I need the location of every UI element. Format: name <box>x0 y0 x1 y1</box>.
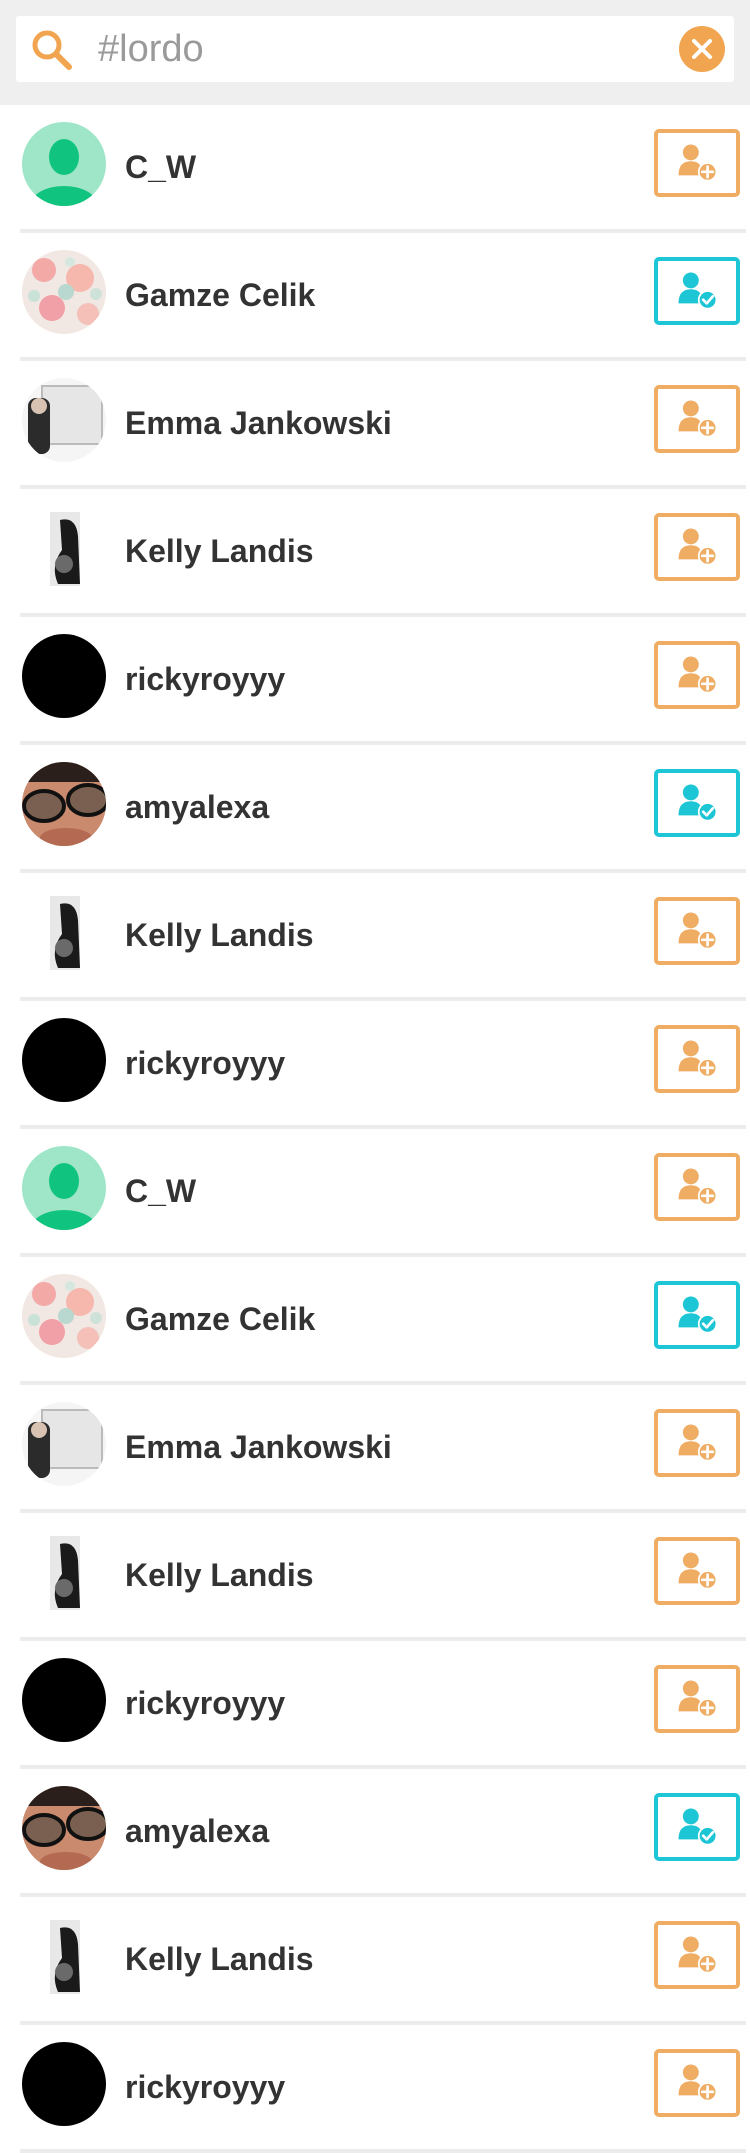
username[interactable]: rickyroyyy <box>125 1641 285 1765</box>
search-input[interactable] <box>98 16 658 82</box>
follow-button[interactable] <box>654 513 740 581</box>
username[interactable]: rickyroyyy <box>125 617 285 741</box>
user-add-icon <box>678 528 718 566</box>
follow-button[interactable] <box>654 385 740 453</box>
user-add-icon <box>678 400 718 438</box>
user-row[interactable]: Gamze Celik <box>20 1257 746 1385</box>
avatar[interactable] <box>22 250 106 334</box>
user-add-icon <box>678 144 718 182</box>
avatar[interactable] <box>22 1274 106 1358</box>
avatar[interactable] <box>22 506 106 590</box>
default-avatar-icon[interactable] <box>22 1146 106 1230</box>
default-avatar-icon[interactable] <box>22 122 106 206</box>
user-check-icon <box>678 1296 718 1334</box>
username[interactable]: C_W <box>125 105 196 229</box>
following-button[interactable] <box>654 1281 740 1349</box>
avatar[interactable] <box>22 762 106 846</box>
username[interactable]: amyalexa <box>125 745 269 869</box>
user-row[interactable]: C_W <box>20 1129 746 1257</box>
search-box[interactable] <box>16 16 734 82</box>
username[interactable]: Emma Jankowski <box>125 361 392 485</box>
user-row[interactable]: Kelly Landis <box>20 1513 746 1641</box>
follow-button[interactable] <box>654 641 740 709</box>
user-add-icon <box>678 1552 718 1590</box>
clear-search-button[interactable] <box>679 26 725 72</box>
user-check-icon <box>678 784 718 822</box>
user-row[interactable]: Emma Jankowski <box>20 1385 746 1513</box>
user-results-list: C_W Gamze Celik Emma Jankowski Kelly Landis… <box>0 105 750 2153</box>
avatar[interactable] <box>22 1402 106 1486</box>
close-icon <box>692 39 712 59</box>
user-row[interactable]: rickyroyyy <box>20 1001 746 1129</box>
user-add-icon <box>678 656 718 694</box>
avatar[interactable] <box>22 890 106 974</box>
user-row[interactable]: rickyroyyy <box>20 617 746 745</box>
search-icon <box>32 30 72 70</box>
user-row[interactable]: amyalexa <box>20 1769 746 1897</box>
following-button[interactable] <box>654 257 740 325</box>
user-row[interactable]: Kelly Landis <box>20 1897 746 2025</box>
user-add-icon <box>678 912 718 950</box>
avatar[interactable] <box>22 634 106 718</box>
follow-button[interactable] <box>654 2049 740 2117</box>
user-row[interactable]: Gamze Celik <box>20 233 746 361</box>
following-button[interactable] <box>654 769 740 837</box>
username[interactable]: Kelly Landis <box>125 489 314 613</box>
username[interactable]: Kelly Landis <box>125 1897 314 2021</box>
follow-button[interactable] <box>654 1409 740 1477</box>
avatar[interactable] <box>22 1018 106 1102</box>
username[interactable]: rickyroyyy <box>125 2025 285 2149</box>
user-check-icon <box>678 1808 718 1846</box>
username[interactable]: Gamze Celik <box>125 1257 315 1381</box>
username[interactable]: C_W <box>125 1129 196 1253</box>
username[interactable]: Gamze Celik <box>125 233 315 357</box>
user-row[interactable]: amyalexa <box>20 745 746 873</box>
username[interactable]: Emma Jankowski <box>125 1385 392 1509</box>
user-row[interactable]: Kelly Landis <box>20 873 746 1001</box>
avatar[interactable] <box>22 1914 106 1998</box>
avatar[interactable] <box>22 2042 106 2126</box>
user-row[interactable]: rickyroyyy <box>20 2025 746 2153</box>
user-add-icon <box>678 1168 718 1206</box>
follow-button[interactable] <box>654 129 740 197</box>
follow-button[interactable] <box>654 1537 740 1605</box>
user-row[interactable]: Kelly Landis <box>20 489 746 617</box>
avatar[interactable] <box>22 1786 106 1870</box>
user-add-icon <box>678 1424 718 1462</box>
username[interactable]: rickyroyyy <box>125 1001 285 1125</box>
follow-button[interactable] <box>654 897 740 965</box>
user-add-icon <box>678 2064 718 2102</box>
user-add-icon <box>678 1040 718 1078</box>
user-row[interactable]: Emma Jankowski <box>20 361 746 489</box>
follow-button[interactable] <box>654 1665 740 1733</box>
username[interactable]: Kelly Landis <box>125 1513 314 1637</box>
user-add-icon <box>678 1936 718 1974</box>
username[interactable]: Kelly Landis <box>125 873 314 997</box>
avatar[interactable] <box>22 378 106 462</box>
user-check-icon <box>678 272 718 310</box>
follow-button[interactable] <box>654 1921 740 1989</box>
follow-button[interactable] <box>654 1153 740 1221</box>
user-row[interactable]: rickyroyyy <box>20 1641 746 1769</box>
user-add-icon <box>678 1680 718 1718</box>
avatar[interactable] <box>22 1658 106 1742</box>
avatar[interactable] <box>22 1530 106 1614</box>
search-bar <box>0 0 750 105</box>
username[interactable]: amyalexa <box>125 1769 269 1893</box>
following-button[interactable] <box>654 1793 740 1861</box>
user-row[interactable]: C_W <box>20 105 746 233</box>
follow-button[interactable] <box>654 1025 740 1093</box>
